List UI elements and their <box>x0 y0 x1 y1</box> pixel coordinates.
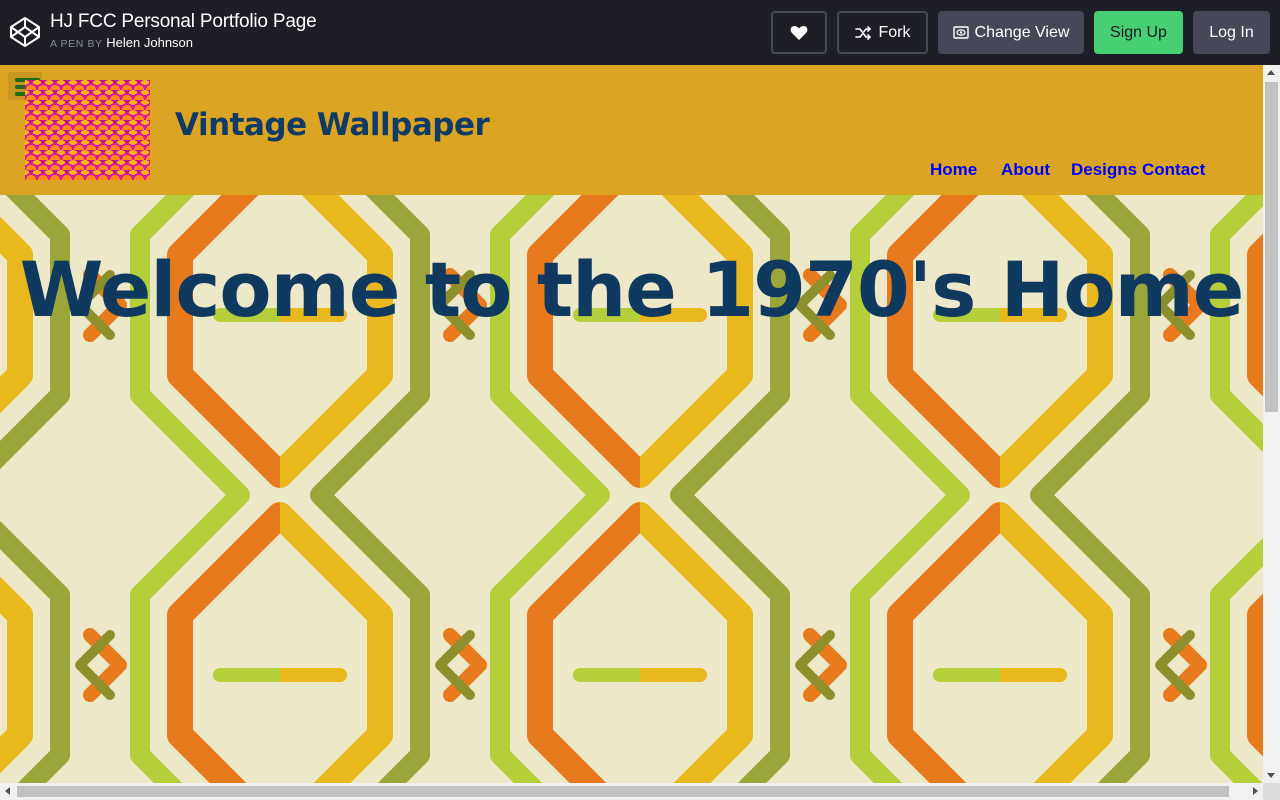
heart-icon <box>790 25 808 40</box>
sign-up-button[interactable]: Sign Up <box>1094 11 1183 54</box>
fork-icon <box>854 25 871 40</box>
nav-link-home[interactable]: Home <box>930 160 977 180</box>
heart-button[interactable] <box>771 11 827 54</box>
nav-link-about[interactable]: About <box>1001 160 1050 180</box>
pen-info: HJ FCC Personal Portfolio Page A PEN BY … <box>50 11 317 52</box>
vertical-scrollbar[interactable] <box>1263 65 1280 783</box>
scrollbar-corner <box>1263 783 1280 800</box>
log-in-button[interactable]: Log In <box>1193 11 1270 54</box>
site-page: Vintage Wallpaper Home About Designs Con… <box>0 65 1263 783</box>
vertical-scroll-thumb[interactable] <box>1265 82 1278 412</box>
eye-icon <box>952 26 969 39</box>
scroll-down-arrow-icon[interactable] <box>1267 773 1275 778</box>
horizontal-scrollbar[interactable] <box>0 783 1263 800</box>
horizontal-scroll-thumb[interactable] <box>17 786 1229 797</box>
scroll-right-arrow-icon[interactable] <box>1253 787 1258 795</box>
brand-title: Vintage Wallpaper <box>175 107 490 143</box>
change-view-label: Change View <box>974 23 1070 41</box>
nav-link-contact[interactable]: Contact <box>1142 160 1205 180</box>
scroll-left-arrow-icon[interactable] <box>5 787 10 795</box>
scroll-up-arrow-icon[interactable] <box>1267 70 1275 75</box>
site-header: Vintage Wallpaper Home About Designs Con… <box>0 65 1263 195</box>
nav-link-designs[interactable]: Designs <box>1071 160 1137 180</box>
codepen-logo-icon[interactable] <box>9 16 41 48</box>
pen-byline: A PEN BY Helen Johnson <box>50 35 316 52</box>
fork-button[interactable]: Fork <box>837 11 928 54</box>
pen-preview-frame: Vintage Wallpaper Home About Designs Con… <box>0 65 1280 800</box>
hero-section: Welcome to the 1970's Home <box>0 195 1263 783</box>
author-link[interactable]: Helen Johnson <box>106 35 193 50</box>
codepen-top-bar: HJ FCC Personal Portfolio Page A PEN BY … <box>0 0 1280 65</box>
logo-image <box>25 80 150 180</box>
pen-by-label: A PEN BY <box>50 38 103 50</box>
fork-label: Fork <box>878 23 911 41</box>
hero-title: Welcome to the 1970's Home <box>19 245 1245 334</box>
change-view-button[interactable]: Change View <box>938 11 1084 54</box>
pen-title: HJ FCC Personal Portfolio Page <box>50 11 317 32</box>
